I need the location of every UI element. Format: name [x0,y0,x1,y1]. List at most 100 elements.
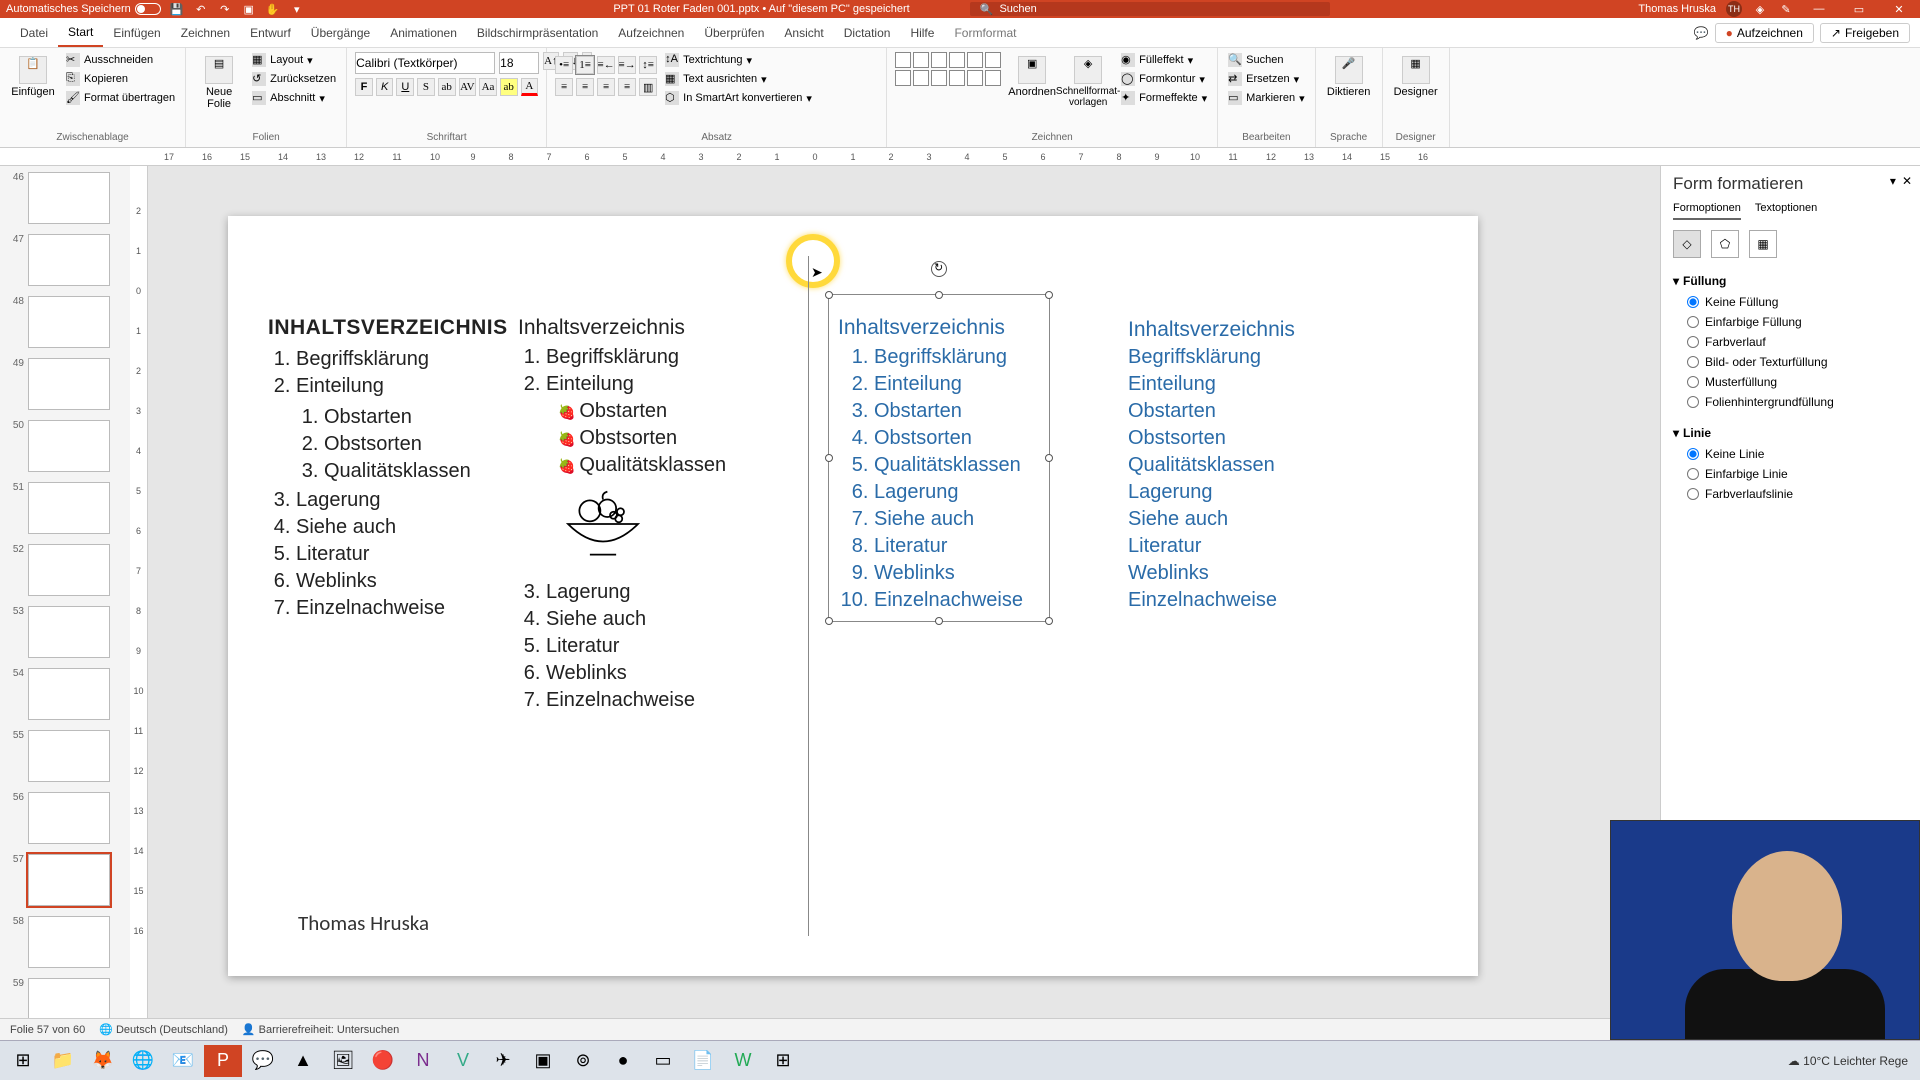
align-left-button[interactable]: ≡ [555,78,573,96]
thumbnail-50[interactable]: 50 [0,418,130,474]
copy-button[interactable]: ⎘Kopieren [64,71,177,87]
tab-start[interactable]: Start [58,19,103,47]
app-icon[interactable]: ▭ [644,1045,682,1077]
shape-fill-button[interactable]: ◉Fülleffekt ▾ [1119,52,1209,68]
ribbon-mode-icon[interactable]: ✎ [1778,1,1794,17]
thumbnail-49[interactable]: 49 [0,356,130,412]
arrange-button[interactable]: ▣Anordnen [1007,52,1057,102]
resize-handle[interactable] [1045,617,1053,625]
font-size-input[interactable] [499,52,539,74]
resize-handle[interactable] [825,291,833,299]
vscode-icon[interactable]: V [444,1045,482,1077]
thumbnail-53[interactable]: 53 [0,604,130,660]
shape-effects-button[interactable]: ✦Formeffekte ▾ [1119,90,1209,106]
shape-item[interactable] [913,70,929,86]
thumbnail-57[interactable]: 57 [0,852,130,908]
format-painter-button[interactable]: 🖌Format übertragen [64,90,177,106]
resize-handle[interactable] [825,454,833,462]
underline-button[interactable]: U [396,78,414,96]
thumbnail-52[interactable]: 52 [0,542,130,598]
language-status[interactable]: 🌐 Deutsch (Deutschland) [99,1023,228,1036]
shadow-button[interactable]: S [417,78,435,96]
powerpoint-icon[interactable]: P [204,1045,242,1077]
font-color-button[interactable]: A [521,78,539,96]
comments-icon[interactable]: 💬 [1694,26,1709,40]
redo-icon[interactable]: ↷ [217,1,233,17]
radio-no-fill[interactable]: Keine Füllung [1673,292,1908,312]
select-button[interactable]: ▭Markieren ▾ [1226,90,1306,106]
shape-item[interactable] [913,52,929,68]
weather-widget[interactable]: ☁ 10°C Leichter Rege [1788,1054,1908,1068]
align-center-button[interactable]: ≡ [576,78,594,96]
user-avatar[interactable]: TH [1726,1,1742,17]
explorer-icon[interactable]: 📁 [44,1045,82,1077]
paste-button[interactable]: 📋Einfügen [8,52,58,102]
save-icon[interactable]: 💾 [169,1,185,17]
case-button[interactable]: Aa [479,78,497,96]
numbering-button[interactable]: 1≡ [576,56,594,74]
obs-icon[interactable]: ⊚ [564,1045,602,1077]
section-button[interactable]: ▭Abschnitt ▾ [250,90,338,106]
touch-icon[interactable]: ✋ [265,1,281,17]
tab-einfuegen[interactable]: Einfügen [103,20,170,46]
app-icon[interactable]: 📄 [684,1045,722,1077]
shape-item[interactable] [985,52,1001,68]
spacing-button[interactable]: AV [459,78,477,96]
section-header[interactable]: ▾ Füllung [1673,270,1908,292]
tab-datei[interactable]: Datei [10,20,58,46]
fill-line-tab-icon[interactable]: ◇ [1673,230,1701,258]
vlc-icon[interactable]: ▲ [284,1045,322,1077]
firefox-icon[interactable]: 🦊 [84,1045,122,1077]
shape-item[interactable] [895,52,911,68]
shape-outline-button[interactable]: ◯Formkontur ▾ [1119,71,1209,87]
radio-picture-fill[interactable]: Bild- oder Texturfüllung [1673,352,1908,372]
radio-gradient-line[interactable]: Farbverlaufslinie [1673,484,1908,504]
highlight-button[interactable]: ab [500,78,518,96]
slide-canvas[interactable]: ➤ INHALTSVERZEICHNIS Begriffsklärung Ein… [228,216,1478,976]
tab-ansicht[interactable]: Ansicht [774,20,833,46]
tab-bildschirm[interactable]: Bildschirmpräsentation [467,20,608,46]
align-right-button[interactable]: ≡ [597,78,615,96]
app-icon[interactable]: ▣ [524,1045,562,1077]
textbox-col2[interactable]: Inhaltsverzeichnis Begriffsklärung Einte… [518,316,778,714]
tab-shape-options[interactable]: Formoptionen [1673,202,1741,220]
columns-button[interactable]: ▥ [639,78,657,96]
resize-handle[interactable] [1045,291,1053,299]
textbox-col1[interactable]: INHALTSVERZEICHNIS Begriffsklärung Einte… [268,316,538,622]
radio-solid-fill[interactable]: Einfarbige Füllung [1673,312,1908,332]
quick-styles-button[interactable]: ◈Schnellformat- vorlagen [1063,52,1113,112]
pane-close-icon[interactable]: ✕ [1902,174,1912,188]
justify-button[interactable]: ≡ [618,78,636,96]
thumbnail-55[interactable]: 55 [0,728,130,784]
accessibility-status[interactable]: 👤 Barrierefreiheit: Untersuchen [242,1023,399,1036]
qat-more-icon[interactable]: ▾ [289,1,305,17]
resize-handle[interactable] [825,617,833,625]
thumbnail-56[interactable]: 56 [0,790,130,846]
thumbnail-46[interactable]: 46 [0,170,130,226]
search-box[interactable]: 🔍 Suchen [970,2,1330,16]
line-spacing-button[interactable]: ↕≡ [639,56,657,74]
app-icon[interactable]: 🖼 [324,1045,362,1077]
app-icon[interactable]: 🔴 [364,1045,402,1077]
radio-solid-line[interactable]: Einfarbige Linie [1673,464,1908,484]
designer-button[interactable]: ▦Designer [1391,52,1441,102]
text-direction-button[interactable]: ↕ATextrichtung ▾ [663,52,814,68]
bullets-button[interactable]: •≡ [555,56,573,74]
size-tab-icon[interactable]: ▦ [1749,230,1777,258]
word-icon[interactable]: W [724,1045,762,1077]
thumbnail-59[interactable]: 59 [0,976,130,1018]
thumbnail-58[interactable]: 58 [0,914,130,970]
layout-button[interactable]: ▦Layout ▾ [250,52,338,68]
textbox-col4[interactable]: Inhaltsverzeichnis Begriffsklärung Einte… [1128,316,1348,614]
tab-formformat[interactable]: Formformat [944,20,1026,46]
onenote-icon[interactable]: N [404,1045,442,1077]
reset-button[interactable]: ↺Zurücksetzen [250,71,338,87]
strike-button[interactable]: ab [438,78,456,96]
smartart-button[interactable]: ⬡In SmartArt konvertieren ▾ [663,90,814,106]
record-button[interactable]: ●Aufzeichnen [1715,23,1814,43]
thumbnail-48[interactable]: 48 [0,294,130,350]
toggle-switch-icon[interactable] [135,3,161,15]
tab-ueberpruefen[interactable]: Überprüfen [694,20,774,46]
shapes-gallery[interactable] [895,52,1001,86]
shape-item[interactable] [967,52,983,68]
